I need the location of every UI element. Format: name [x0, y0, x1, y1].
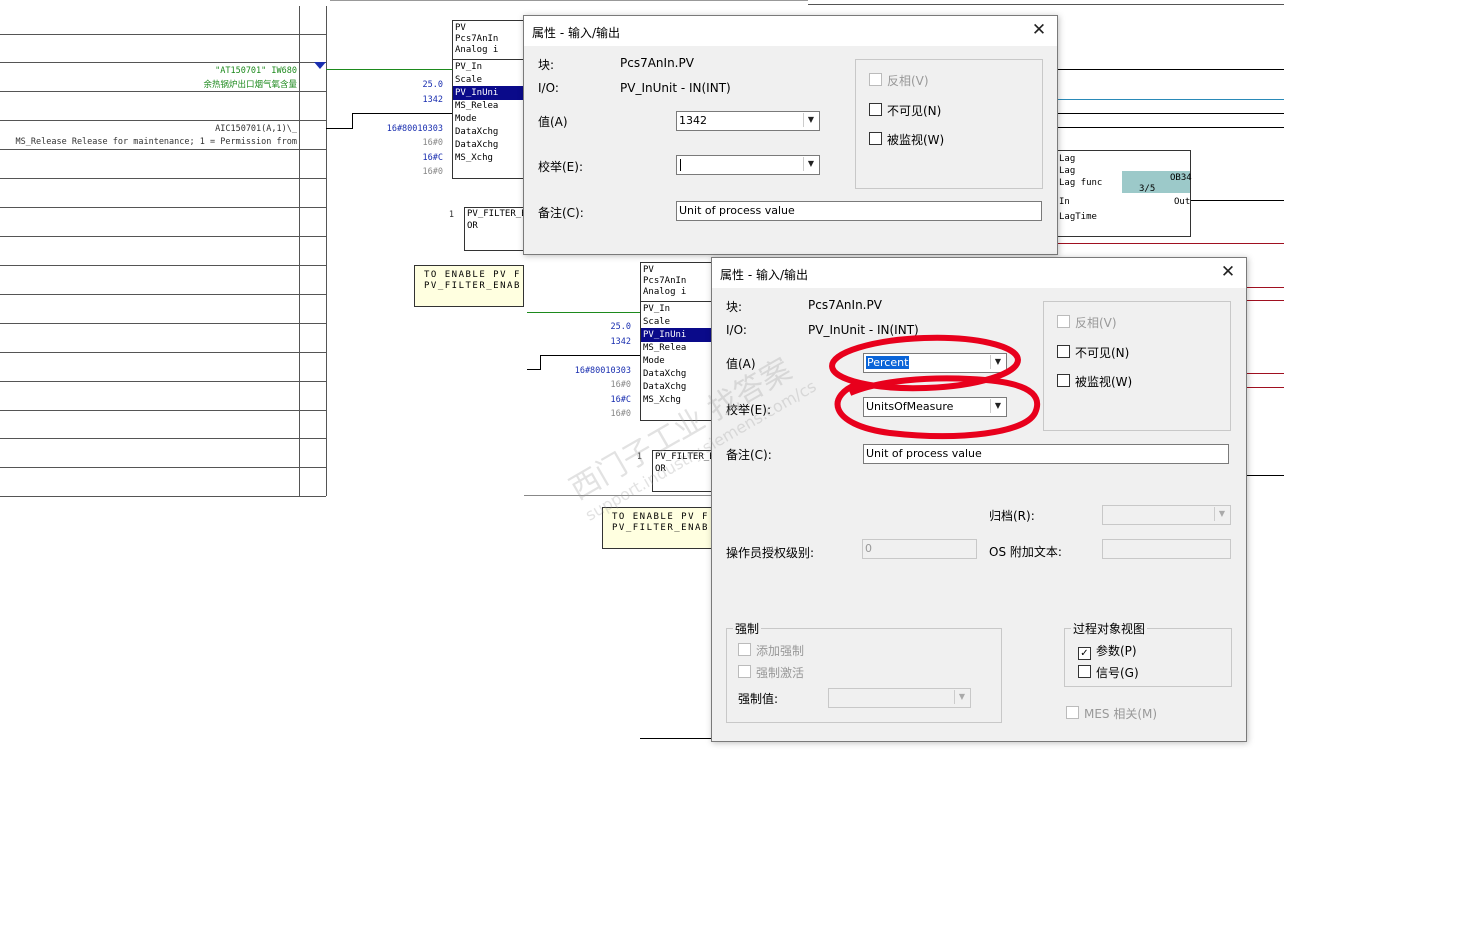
comment-field[interactable]: Unit of process value	[676, 201, 1042, 221]
wire	[352, 113, 452, 114]
comment-field[interactable]: Unit of process value	[863, 444, 1229, 464]
chevron-down-icon[interactable]: ▼	[803, 113, 818, 127]
comment-note: TO ENABLE PV F PV_FILTER_ENAB	[414, 265, 524, 307]
text-cursor	[680, 159, 681, 171]
tag-text: "AT150701" IW680	[215, 66, 297, 76]
tag-description: 余热锅炉出口烟气氧含量	[203, 80, 297, 90]
selected-pin[interactable]: PV_InUni	[453, 86, 523, 100]
mes-checkbox[interactable]: MES 相关(M)	[1066, 705, 1157, 722]
invisible-checkbox[interactable]: 不可见(N)	[1057, 344, 1129, 361]
invisible-checkbox[interactable]: 不可见(N)	[869, 102, 941, 119]
wire	[326, 128, 353, 129]
archive-combo[interactable]: ▼	[1102, 505, 1231, 525]
dialog-title: 属性 - 输入/输出	[720, 268, 809, 282]
comment-note-2: TO ENABLE PV F PV_FILTER_ENAB	[602, 507, 714, 549]
lag-block[interactable]: Lag Lag Lag func OB34 3/5 In Out LagTime	[1056, 150, 1192, 237]
red-annotation	[829, 334, 1041, 440]
close-icon[interactable]: ✕	[1029, 20, 1049, 40]
dialog-title: 属性 - 输入/输出	[532, 26, 621, 40]
top-border	[330, 0, 808, 1]
ms-release-text: MS_Release Release for maintenance; 1 = …	[15, 137, 297, 147]
force-active-checkbox[interactable]: 强制激活	[738, 664, 804, 681]
chevron-down-icon[interactable]: ▼	[954, 690, 969, 704]
invert-checkbox[interactable]: 反相(V)	[869, 72, 929, 89]
watched-checkbox[interactable]: 被监视(W)	[1057, 373, 1132, 390]
block-value: Pcs7AnIn.PV	[620, 56, 694, 70]
filter-block[interactable]: PV_FILTER_EN OR	[464, 207, 532, 251]
wire	[352, 113, 353, 128]
aic-text: AIC150701(A,1)\_	[215, 124, 297, 134]
force-value-combo[interactable]: ▼	[828, 688, 971, 708]
chevron-down-icon[interactable]: ▼	[1214, 507, 1229, 521]
chevron-down-icon[interactable]: ▼	[803, 157, 818, 171]
value-combo[interactable]: 1342 ▼	[676, 111, 820, 131]
add-force-checkbox[interactable]: 添加强制	[738, 642, 804, 659]
dialog-title-bar[interactable]: 属性 - 输入/输出 ✕	[524, 16, 1057, 46]
wire-green	[326, 69, 453, 70]
selected-pin-2[interactable]: PV_InUni	[641, 328, 713, 342]
connector-marker-icon	[314, 62, 326, 69]
operator-level-field[interactable]: 0	[862, 539, 977, 559]
pcs7anin-block[interactable]: PV Pcs7AnIn Analog i PV_In Scale PV_InUn…	[452, 20, 524, 179]
enum-combo[interactable]: ▼	[676, 155, 820, 175]
dialog-title-bar[interactable]: 属性 - 输入/输出 ✕	[712, 258, 1246, 288]
invert-checkbox[interactable]: 反相(V)	[1057, 314, 1117, 331]
block-value: Pcs7AnIn.PV	[808, 298, 882, 312]
os-text-field[interactable]	[1102, 539, 1231, 559]
checkmark-icon: ✓	[1078, 647, 1091, 660]
close-icon[interactable]: ✕	[1218, 262, 1238, 282]
top-border-right	[808, 4, 1284, 5]
watched-checkbox[interactable]: 被监视(W)	[869, 131, 944, 148]
signal-checkbox[interactable]: 信号(G)	[1078, 664, 1139, 681]
parameters-checkbox[interactable]: ✓ 参数(P)	[1078, 642, 1137, 660]
io-value: PV_InUnit - IN(INT)	[620, 81, 731, 95]
properties-dialog-1[interactable]: 属性 - 输入/输出 ✕ 块: Pcs7AnIn.PV I/O: PV_InUn…	[523, 15, 1058, 255]
